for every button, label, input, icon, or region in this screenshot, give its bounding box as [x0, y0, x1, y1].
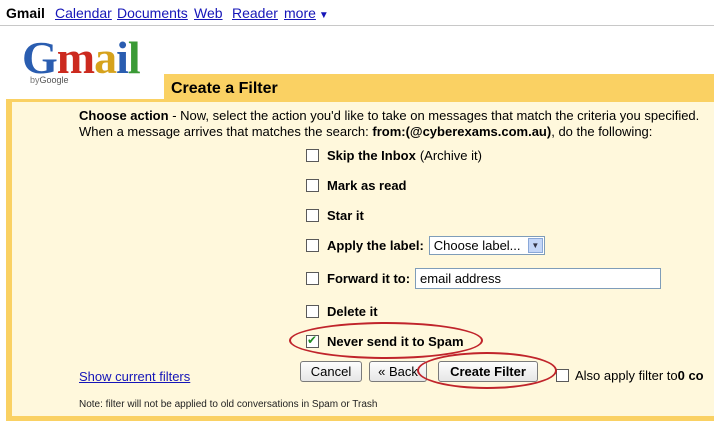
logo-byline: byGoogle [30, 75, 69, 85]
chevron-down-icon[interactable]: ▼ [319, 8, 329, 24]
apply-label-label[interactable]: Apply the label: [327, 238, 424, 253]
filter-intro: Choose action - Now, select the action y… [79, 108, 709, 140]
option-forward: Forward it to: email address [306, 267, 662, 289]
intro-line2-suffix: , do the following: [551, 124, 653, 139]
nav-divider [0, 25, 714, 26]
nav-more-menu[interactable]: more ▼ [284, 5, 329, 24]
forward-label[interactable]: Forward it to: [327, 271, 410, 286]
label-select[interactable]: Choose label... ▼ [428, 235, 545, 255]
never-spam-label[interactable]: Never send it to Spam [327, 334, 464, 349]
nav-calendar-link[interactable]: Calendar [55, 5, 112, 21]
intro-line2-prefix: When a message arrives that matches the … [79, 124, 373, 139]
intro-label: Choose action [79, 108, 169, 123]
star-label[interactable]: Star it [327, 208, 364, 223]
delete-checkbox[interactable] [306, 304, 319, 318]
label-select-value: Choose label... [433, 237, 521, 253]
also-apply-count: 0 co [677, 368, 704, 383]
nav-documents-link[interactable]: Documents [117, 5, 188, 21]
page-title: Create a Filter [171, 80, 278, 97]
show-current-filters-link[interactable]: Show current filters [79, 369, 190, 384]
mark-read-checkbox[interactable] [306, 178, 319, 192]
gmail-logo[interactable]: Gmail byGoogle [22, 33, 152, 89]
back-button[interactable]: « Back [369, 361, 427, 382]
delete-label[interactable]: Delete it [327, 304, 378, 319]
nav-web-link[interactable]: Web [194, 5, 223, 21]
also-apply-option: Also apply filter to 0 co [556, 368, 704, 383]
never-spam-checkbox[interactable] [306, 333, 319, 348]
option-apply-label: Apply the label: Choose label... ▼ [306, 235, 545, 255]
option-mark-read: Mark as read [306, 176, 407, 194]
footnote: Note: filter will not be applied to old … [79, 399, 378, 410]
nav-more-link[interactable]: more [284, 5, 316, 21]
intro-text: - Now, select the action you'd like to t… [168, 108, 700, 123]
skip-inbox-note: (Archive it) [419, 147, 482, 163]
top-nav: Gmail Calendar Documents Web Reader more… [0, 0, 714, 26]
nav-reader-link[interactable]: Reader [232, 5, 278, 21]
also-apply-label[interactable]: Also apply filter to [575, 368, 678, 383]
option-delete: Delete it [306, 302, 378, 320]
option-skip-inbox: Skip the Inbox (Archive it) [306, 146, 482, 164]
chevron-down-icon[interactable]: ▼ [527, 237, 543, 253]
create-filter-button[interactable]: Create Filter [438, 361, 538, 382]
forward-checkbox[interactable] [306, 271, 319, 285]
option-never-spam: Never send it to Spam [306, 332, 464, 350]
option-star: Star it [306, 206, 364, 224]
also-apply-checkbox[interactable] [556, 369, 569, 382]
cancel-button[interactable]: Cancel [300, 361, 362, 382]
star-checkbox[interactable] [306, 208, 319, 222]
mark-read-label[interactable]: Mark as read [327, 178, 407, 193]
intro-query: from:(@cyberexams.com.au) [372, 124, 552, 139]
apply-label-checkbox[interactable] [306, 238, 319, 252]
skip-inbox-checkbox[interactable] [306, 148, 319, 162]
forward-email-input[interactable]: email address [415, 267, 662, 289]
nav-gmail: Gmail [6, 5, 45, 21]
skip-inbox-label[interactable]: Skip the Inbox [327, 148, 416, 163]
